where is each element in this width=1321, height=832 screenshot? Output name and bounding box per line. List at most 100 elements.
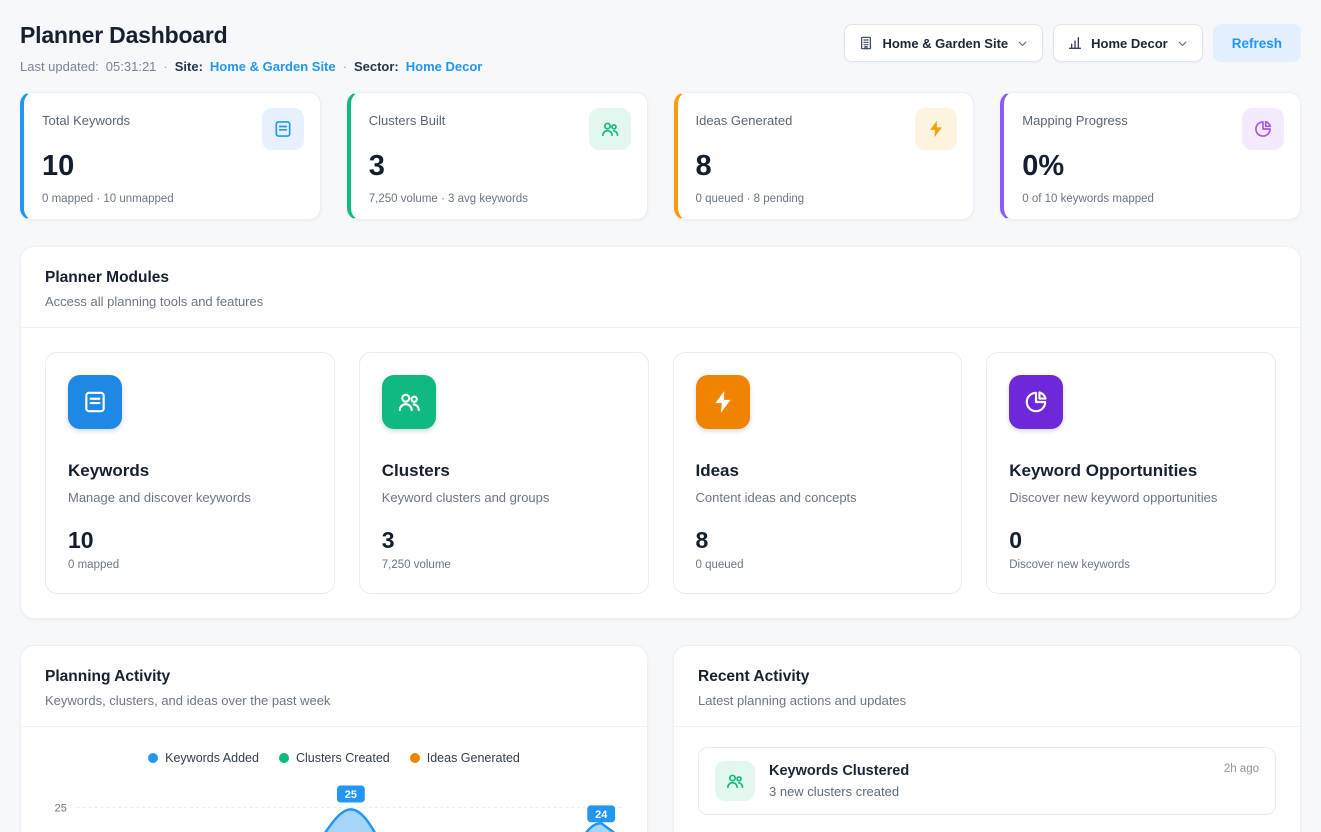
site-label: Site: bbox=[175, 59, 203, 74]
legend-item-clusters-created[interactable]: Clusters Created bbox=[279, 751, 390, 765]
legend-dot-orange bbox=[410, 753, 420, 763]
recent-activity-panel: Recent Activity Latest planning actions … bbox=[673, 645, 1301, 832]
stat-card-mapping-progress: Mapping Progress 0% 0 of 10 keywords map… bbox=[1000, 92, 1301, 220]
module-stat: 0 bbox=[1009, 527, 1253, 554]
stat-label: Total Keywords bbox=[42, 113, 130, 128]
site-link[interactable]: Home & Garden Site bbox=[210, 59, 336, 74]
activity-list: Keywords Clustered 3 new clusters create… bbox=[674, 727, 1300, 832]
stat-detail: 0 of 10 keywords mapped bbox=[1022, 193, 1284, 205]
activity-description: 3 new clusters created bbox=[769, 784, 1210, 799]
panel-subtitle: Access all planning tools and features bbox=[45, 294, 1276, 309]
users-icon bbox=[589, 108, 631, 150]
module-card-keywords[interactable]: Keywords Manage and discover keywords 10… bbox=[45, 352, 335, 594]
legend-dot-green bbox=[279, 753, 289, 763]
area-chart-svg: 25 25 24 bbox=[35, 783, 631, 832]
meta-separator: · bbox=[343, 59, 347, 74]
header-left: Planner Dashboard Last updated: 05:31:21… bbox=[20, 22, 482, 74]
module-detail: 0 queued bbox=[696, 559, 940, 571]
legend-item-ideas-generated[interactable]: Ideas Generated bbox=[410, 751, 520, 765]
modules-grid: Keywords Manage and discover keywords 10… bbox=[21, 328, 1300, 618]
y-axis-tick: 25 bbox=[55, 803, 67, 815]
users-icon bbox=[382, 375, 436, 429]
planner-dashboard-page: Planner Dashboard Last updated: 05:31:21… bbox=[0, 0, 1321, 832]
panel-title: Planning Activity bbox=[45, 668, 623, 686]
meta-separator: · bbox=[163, 59, 167, 74]
sector-label: Sector: bbox=[354, 59, 399, 74]
module-stat: 8 bbox=[696, 527, 940, 554]
stat-value: 10 bbox=[42, 151, 304, 181]
chevron-down-icon bbox=[1016, 37, 1029, 50]
sector-link[interactable]: Home Decor bbox=[406, 59, 483, 74]
stat-label: Clusters Built bbox=[369, 113, 446, 128]
module-detail: 0 mapped bbox=[68, 559, 312, 571]
module-description: Manage and discover keywords bbox=[68, 490, 312, 505]
stat-value: 0% bbox=[1022, 151, 1284, 181]
legend-label: Clusters Created bbox=[296, 751, 390, 765]
document-lines-icon bbox=[262, 108, 304, 150]
stat-cards-row: Total Keywords 10 0 mapped · 10 unmapped… bbox=[20, 92, 1301, 220]
point-label-badge: 25 bbox=[337, 786, 365, 803]
last-updated-label: Last updated: bbox=[20, 59, 99, 74]
stat-value: 3 bbox=[369, 151, 631, 181]
point-label: 24 bbox=[595, 809, 607, 821]
sector-selector-dropdown[interactable]: Home Decor bbox=[1053, 24, 1203, 62]
site-selector-dropdown[interactable]: Home & Garden Site bbox=[844, 24, 1043, 62]
refresh-button[interactable]: Refresh bbox=[1213, 24, 1301, 62]
activity-chart: 25 25 24 bbox=[21, 773, 647, 832]
stat-detail: 0 mapped · 10 unmapped bbox=[42, 193, 304, 205]
activity-item-keywords-clustered: Keywords Clustered 3 new clusters create… bbox=[698, 747, 1276, 815]
activity-title: Keywords Clustered bbox=[769, 763, 1210, 779]
sector-selector-label: Home Decor bbox=[1091, 36, 1168, 51]
bar-chart-icon bbox=[1067, 35, 1083, 51]
module-description: Discover new keyword opportunities bbox=[1009, 490, 1253, 505]
stat-detail: 7,250 volume · 3 avg keywords bbox=[369, 193, 631, 205]
module-description: Content ideas and concepts bbox=[696, 490, 940, 505]
stat-detail: 0 queued · 8 pending bbox=[696, 193, 958, 205]
panel-head: Recent Activity Latest planning actions … bbox=[674, 646, 1300, 726]
building-icon bbox=[858, 35, 874, 51]
stat-value: 8 bbox=[696, 151, 958, 181]
top-bar: Planner Dashboard Last updated: 05:31:21… bbox=[20, 22, 1301, 74]
planner-modules-panel: Planner Modules Access all planning tool… bbox=[20, 246, 1301, 619]
header-meta: Last updated: 05:31:21 · Site: Home & Ga… bbox=[20, 59, 482, 74]
module-title: Keyword Opportunities bbox=[1009, 461, 1253, 481]
module-detail: Discover new keywords bbox=[1009, 559, 1253, 571]
pie-chart-icon bbox=[1009, 375, 1063, 429]
module-stat: 10 bbox=[68, 527, 312, 554]
legend-dot-blue bbox=[148, 753, 158, 763]
bottom-row: Planning Activity Keywords, clusters, an… bbox=[20, 619, 1301, 832]
stat-label: Ideas Generated bbox=[696, 113, 793, 128]
panel-subtitle: Latest planning actions and updates bbox=[698, 693, 1276, 708]
document-lines-icon bbox=[68, 375, 122, 429]
stat-card-clusters-built: Clusters Built 3 7,250 volume · 3 avg ke… bbox=[347, 92, 648, 220]
planning-activity-panel: Planning Activity Keywords, clusters, an… bbox=[20, 645, 648, 832]
legend-item-keywords-added[interactable]: Keywords Added bbox=[148, 751, 259, 765]
panel-title: Recent Activity bbox=[698, 668, 1276, 686]
module-title: Clusters bbox=[382, 461, 626, 481]
point-label: 25 bbox=[345, 789, 357, 801]
chart-legend: Keywords Added Clusters Created Ideas Ge… bbox=[21, 727, 647, 773]
module-card-clusters[interactable]: Clusters Keyword clusters and groups 3 7… bbox=[359, 352, 649, 594]
lightning-icon bbox=[696, 375, 750, 429]
point-label-badge: 24 bbox=[587, 806, 615, 823]
module-card-keyword-opportunities[interactable]: Keyword Opportunities Discover new keywo… bbox=[986, 352, 1276, 594]
stat-card-total-keywords: Total Keywords 10 0 mapped · 10 unmapped bbox=[20, 92, 321, 220]
panel-head: Planner Modules Access all planning tool… bbox=[21, 247, 1300, 327]
module-card-ideas[interactable]: Ideas Content ideas and concepts 8 0 que… bbox=[673, 352, 963, 594]
module-detail: 7,250 volume bbox=[382, 559, 626, 571]
lightning-icon bbox=[915, 108, 957, 150]
activity-text: Keywords Clustered 3 new clusters create… bbox=[769, 763, 1210, 799]
last-updated-value: 05:31:21 bbox=[106, 59, 157, 74]
module-title: Ideas bbox=[696, 461, 940, 481]
panel-title: Planner Modules bbox=[45, 269, 1276, 287]
site-selector-label: Home & Garden Site bbox=[882, 36, 1008, 51]
pie-chart-icon bbox=[1242, 108, 1284, 150]
module-description: Keyword clusters and groups bbox=[382, 490, 626, 505]
stat-label: Mapping Progress bbox=[1022, 113, 1128, 128]
module-title: Keywords bbox=[68, 461, 312, 481]
legend-label: Ideas Generated bbox=[427, 751, 520, 765]
module-stat: 3 bbox=[382, 527, 626, 554]
stat-card-ideas-generated: Ideas Generated 8 0 queued · 8 pending bbox=[674, 92, 975, 220]
panel-subtitle: Keywords, clusters, and ideas over the p… bbox=[45, 693, 623, 708]
keywords-added-area bbox=[77, 810, 623, 832]
